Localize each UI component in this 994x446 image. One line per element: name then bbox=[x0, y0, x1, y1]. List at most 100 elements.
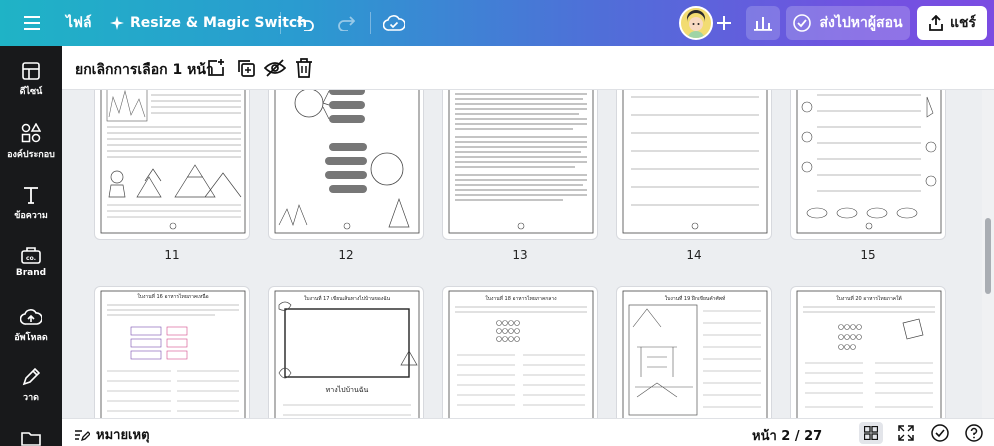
hamburger-icon bbox=[24, 16, 40, 30]
food-lined-page-illustration-icon bbox=[796, 90, 942, 234]
sidebar-item-label: องค์ประกอบ bbox=[7, 150, 55, 160]
trash-icon bbox=[296, 58, 312, 78]
menu-button[interactable] bbox=[14, 5, 50, 41]
cloud-save-status[interactable] bbox=[378, 5, 410, 41]
add-page-button[interactable] bbox=[204, 56, 228, 80]
page-thumbnail-11[interactable] bbox=[94, 90, 250, 240]
avatar-illustration-icon bbox=[681, 8, 711, 38]
add-page-icon bbox=[208, 59, 224, 76]
help-icon bbox=[965, 424, 983, 442]
page-thumbnail-15[interactable] bbox=[790, 90, 946, 240]
top-bar: ไฟล์ Resize & Magic Switch ส่งไปหาผู้สอน… bbox=[0, 0, 994, 46]
left-sidebar: ดีไซน์ องค์ประกอบ ข้อความ co. Brand อัพโ… bbox=[0, 46, 62, 446]
notes-pencil-icon bbox=[75, 429, 90, 441]
sidebar-item-label: ดีไซน์ bbox=[19, 87, 43, 97]
upload-icon bbox=[20, 309, 42, 325]
brand-icon: co. bbox=[21, 247, 41, 264]
lined-page-illustration-icon bbox=[622, 90, 768, 234]
worksheet-table-illustration-icon bbox=[100, 290, 246, 418]
page-thumbnail-20[interactable]: ใบงานที่ 20 อาหารไทยภาคใต้ bbox=[790, 286, 946, 418]
page-number: 11 bbox=[164, 248, 180, 262]
page-thumbnail-14[interactable] bbox=[616, 90, 772, 240]
selection-toolbar: ยกเลิกการเลือก 1 หน้า bbox=[62, 46, 994, 90]
svg-text:co.: co. bbox=[26, 255, 36, 262]
insights-button[interactable] bbox=[746, 6, 780, 40]
pages-grid-canvas: 11 12 13 14 15 ใบงานที่ 16 อาหารไทยภาคเห… bbox=[62, 90, 982, 418]
page-indicator: หน้า 2 / 27 bbox=[752, 429, 823, 444]
folder-icon bbox=[21, 432, 41, 446]
file-menu-button[interactable]: ไฟล์ bbox=[66, 5, 92, 41]
sidebar-item-label: ข้อความ bbox=[14, 211, 48, 221]
fullscreen-button[interactable] bbox=[894, 422, 918, 444]
share-button[interactable]: แชร์ bbox=[917, 6, 987, 40]
page-thumbnail-16[interactable]: ใบงานที่ 16 อาหารไทยภาคเหนือ bbox=[94, 286, 250, 418]
sidebar-item-label: Brand bbox=[15, 268, 47, 278]
worksheet-caption: ทางไปบ้านฉัน bbox=[325, 386, 369, 394]
sidebar-item-uploads[interactable]: อัพโหลด bbox=[0, 308, 62, 344]
send-label: ส่งไปหาผู้สอน bbox=[819, 15, 903, 31]
sidebar-item-brand[interactable]: co. Brand bbox=[0, 246, 62, 278]
redo-icon bbox=[338, 16, 355, 31]
check-button[interactable] bbox=[928, 422, 952, 444]
hide-page-button[interactable] bbox=[263, 56, 287, 80]
mind-map-illustration-icon bbox=[274, 90, 420, 234]
text-document-illustration-icon bbox=[448, 90, 594, 234]
check-circle-icon bbox=[793, 14, 812, 32]
expand-icon bbox=[898, 425, 914, 441]
duplicate-page-button[interactable] bbox=[234, 56, 258, 80]
notes-button[interactable]: หมายเหตุ bbox=[74, 424, 150, 445]
bottom-bar: หมายเหตุ หน้า 2 / 27 bbox=[62, 418, 994, 446]
page-number: 12 bbox=[338, 248, 354, 262]
page-thumbnail-17[interactable]: ใบงานที่ 17 เขียนเส้นทางไปบ้านของฉัน ทาง… bbox=[268, 286, 424, 418]
sidebar-item-label: อัพโหลด bbox=[14, 333, 48, 343]
shapes-icon bbox=[21, 123, 41, 143]
text-icon bbox=[24, 187, 38, 204]
page-number: 13 bbox=[512, 248, 528, 262]
resize-magic-switch-button[interactable]: Resize & Magic Switch bbox=[110, 5, 307, 41]
duplicate-icon bbox=[238, 60, 255, 77]
undo-button[interactable] bbox=[290, 5, 322, 41]
worksheet-matching-illustration-icon bbox=[796, 290, 942, 418]
notes-label: หมายเหตุ bbox=[96, 428, 150, 443]
redo-button[interactable] bbox=[330, 5, 362, 41]
plus-icon bbox=[717, 16, 731, 30]
worksheet-illustration-icon bbox=[100, 90, 246, 234]
page-number: 15 bbox=[860, 248, 876, 262]
vertical-scrollbar[interactable] bbox=[982, 90, 994, 418]
layout-icon bbox=[22, 62, 40, 80]
cloud-check-icon bbox=[383, 15, 405, 31]
bar-chart-icon bbox=[754, 17, 772, 31]
deselect-pages-label[interactable]: ยกเลิกการเลือก 1 หน้า bbox=[75, 59, 214, 81]
sidebar-item-design[interactable]: ดีไซน์ bbox=[0, 62, 62, 98]
share-label: แชร์ bbox=[949, 15, 977, 31]
sidebar-item-label: วาด bbox=[23, 393, 39, 403]
eye-off-icon bbox=[264, 59, 286, 77]
check-circle-icon bbox=[931, 424, 949, 442]
page-thumbnail-13[interactable] bbox=[442, 90, 598, 240]
undo-icon bbox=[297, 16, 314, 31]
page-thumbnail-19[interactable]: ใบงานที่ 19 ฝึกเขียนคำศัพท์ bbox=[616, 286, 772, 418]
share-upload-icon bbox=[929, 15, 943, 31]
page-thumbnail-18[interactable]: ใบงานที่ 18 อาหารไทยภาคกลาง bbox=[442, 286, 598, 418]
file-menu-label: ไฟล์ bbox=[66, 15, 92, 31]
add-collaborator-button[interactable] bbox=[710, 5, 738, 41]
page-thumbnail-12[interactable] bbox=[268, 90, 424, 240]
worksheet-columns-illustration-icon bbox=[448, 290, 594, 418]
delete-page-button[interactable] bbox=[292, 56, 316, 80]
sidebar-item-elements[interactable]: องค์ประกอบ bbox=[0, 123, 62, 161]
sidebar-item-projects[interactable] bbox=[0, 430, 62, 446]
scrollbar-thumb[interactable] bbox=[985, 218, 991, 294]
user-avatar[interactable] bbox=[679, 6, 713, 40]
grid-view-button[interactable] bbox=[859, 422, 883, 444]
page-number: 14 bbox=[686, 248, 702, 262]
divider bbox=[280, 12, 281, 34]
sidebar-item-draw[interactable]: วาด bbox=[0, 368, 62, 404]
grid-view-icon bbox=[864, 426, 878, 440]
draw-icon bbox=[22, 368, 40, 386]
sidebar-item-text[interactable]: ข้อความ bbox=[0, 186, 62, 222]
magic-sparkle-icon bbox=[110, 16, 124, 30]
vocabulary-illustration-icon bbox=[622, 290, 768, 418]
divider bbox=[370, 12, 371, 34]
help-button[interactable] bbox=[962, 422, 986, 444]
send-to-teacher-button[interactable]: ส่งไปหาผู้สอน bbox=[786, 6, 910, 40]
